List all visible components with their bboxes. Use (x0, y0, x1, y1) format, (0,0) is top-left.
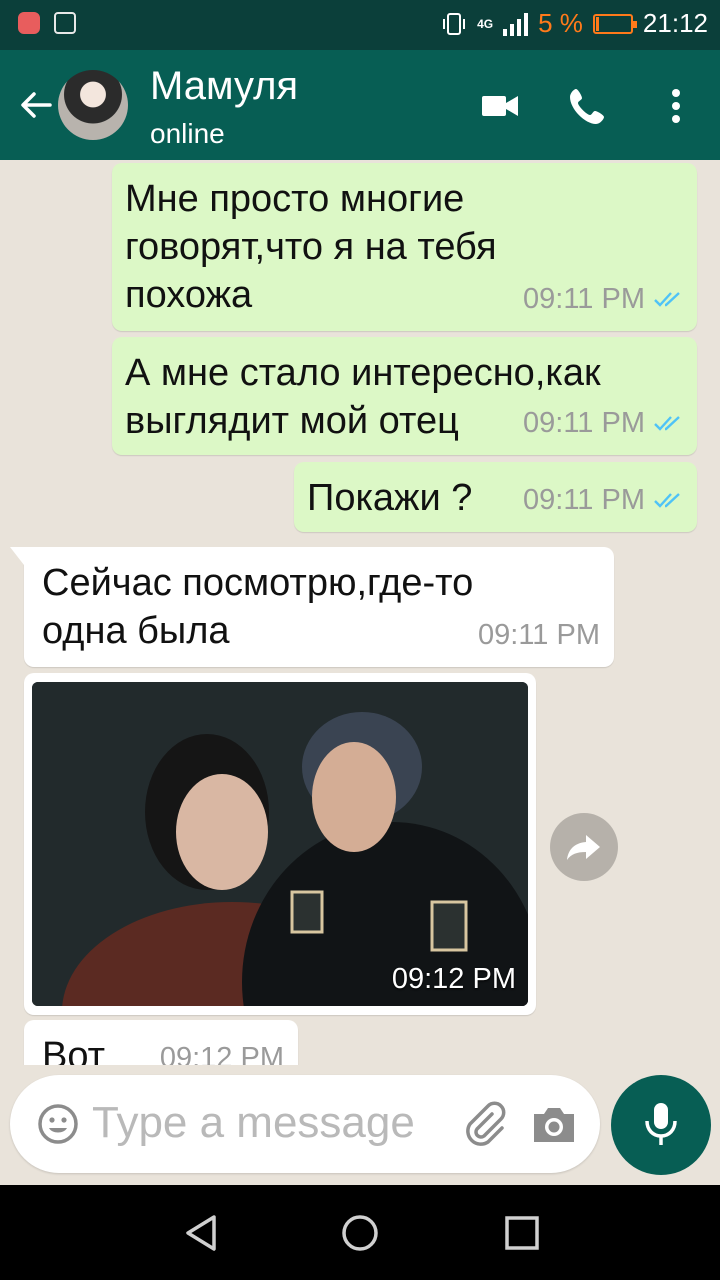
chat-area[interactable]: Мне просто многие говорят,что я на тебя … (0, 160, 720, 1065)
message-time: 09:12 PM (159, 1042, 284, 1065)
image-icon (54, 12, 76, 34)
message-photo-incoming[interactable]: 09:12 PM (24, 673, 536, 1015)
forward-icon (567, 835, 600, 860)
message-composer[interactable]: Type a message (10, 1075, 600, 1173)
contact-status: online (150, 118, 225, 149)
message-bubble-outgoing[interactable]: А мне стало интересно,как выглядит мой о… (112, 337, 697, 455)
back-arrow-icon[interactable] (16, 86, 54, 124)
read-ticks-icon (654, 493, 680, 508)
notification-app-icon (18, 12, 40, 34)
read-ticks-icon (654, 292, 680, 307)
emoji-icon[interactable] (36, 1102, 80, 1146)
signal-icon (503, 12, 529, 36)
read-ticks-icon (654, 416, 680, 431)
contact-name[interactable]: Мамуля (150, 64, 298, 109)
nav-home-icon[interactable] (340, 1213, 380, 1253)
network-type: 4G (477, 16, 494, 31)
message-time: 09:11 PM (523, 283, 645, 315)
mic-icon (645, 1103, 677, 1145)
message-text: Мне просто многие говорят,что я на тебя … (125, 178, 497, 316)
message-input[interactable]: Type a message (92, 1098, 415, 1148)
message-bubble-incoming[interactable]: Сейчас посмотрю,где-то одна была 09:11 P… (10, 547, 614, 667)
message-time: 09:11 PM (478, 619, 600, 651)
message-time: 09:11 PM (523, 407, 645, 439)
message-text: Покажи ? (307, 477, 473, 519)
avatar[interactable] (58, 70, 128, 140)
message-text: Сейчас посмотрю,где-то одна была (42, 562, 474, 652)
phone-icon[interactable] (566, 84, 610, 128)
battery-icon (592, 13, 637, 34)
more-options-icon[interactable] (654, 84, 698, 128)
message-meta: 09:11 PM (523, 275, 683, 323)
attach-icon[interactable] (462, 1100, 508, 1146)
message-meta: 09:11 PM (478, 611, 600, 659)
battery-percent: 5 % (538, 8, 583, 38)
message-bubble-outgoing[interactable]: Мне просто многие говорят,что я на тебя … (112, 163, 697, 331)
message-bubble-outgoing[interactable]: Покажи ? 09:11 PM (294, 462, 697, 532)
message-text: Вот (42, 1035, 106, 1065)
message-time: 09:11 PM (523, 484, 645, 516)
chat-photo[interactable]: 09:12 PM (32, 682, 528, 1006)
vibrate-icon (443, 12, 466, 35)
video-call-icon[interactable] (478, 84, 522, 128)
photo-time: 09:12 PM (391, 963, 516, 995)
forward-button[interactable] (550, 813, 618, 881)
system-nav-bar (0, 1185, 720, 1280)
camera-icon[interactable] (530, 1102, 578, 1146)
photo-image (32, 682, 528, 1006)
message-meta: 09:12 PM (160, 1034, 284, 1065)
message-meta: 09:11 PM (523, 476, 683, 524)
nav-recents-icon[interactable] (502, 1213, 542, 1253)
clock: 21:12 (642, 8, 708, 38)
message-bubble-incoming[interactable]: Вот 09:12 PM (24, 1020, 298, 1065)
chat-header: Мамуля online (0, 50, 720, 160)
status-bar: 4G 5 % 21:12 (0, 0, 720, 50)
nav-back-icon[interactable] (182, 1213, 222, 1253)
bubble-tail (10, 547, 24, 565)
message-meta: 09:11 PM (523, 399, 683, 447)
mic-button[interactable] (611, 1075, 711, 1175)
